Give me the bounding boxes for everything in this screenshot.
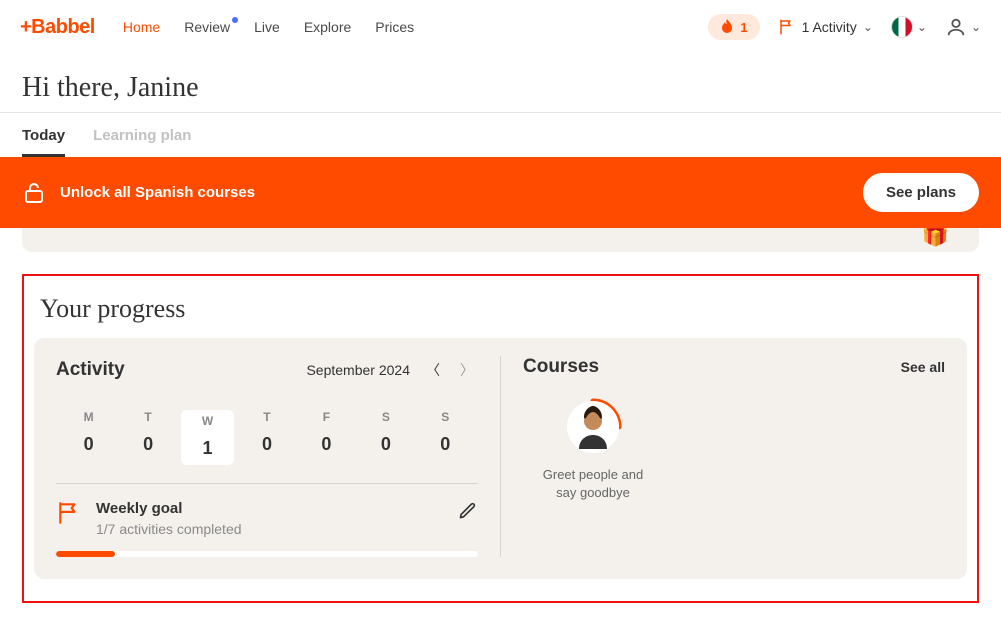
day-cell: T0 <box>121 410 174 465</box>
mexico-flag-icon <box>891 16 913 38</box>
day-cell: S0 <box>419 410 472 465</box>
profile-dropdown[interactable]: ⌄ <box>945 16 981 38</box>
chevron-down-icon: ⌄ <box>917 20 927 34</box>
greeting-heading: Hi there, Janine <box>0 54 1001 112</box>
week-activity-row: M0 T0 W1 T0 F0 S0 S0 <box>56 410 478 465</box>
see-plans-button[interactable]: See plans <box>863 173 979 212</box>
day-count: 0 <box>419 434 472 455</box>
day-cell: T0 <box>240 410 293 465</box>
tab-today[interactable]: Today <box>22 113 65 157</box>
activity-count-label: 1 Activity <box>802 19 857 35</box>
day-label: M <box>62 410 115 424</box>
weekly-goal-progress-bar <box>56 551 478 557</box>
day-cell: F0 <box>300 410 353 465</box>
chevron-down-icon: ⌄ <box>863 20 873 34</box>
divider <box>56 483 478 484</box>
language-dropdown[interactable]: ⌄ <box>891 16 927 38</box>
see-all-courses-link[interactable]: See all <box>901 359 945 375</box>
day-count: 1 <box>181 438 234 459</box>
streak-count: 1 <box>740 20 747 35</box>
day-cell-selected: W1 <box>181 410 234 465</box>
weekly-goal-title: Weekly goal <box>96 500 444 517</box>
unlock-banner-text: Unlock all Spanish courses <box>60 184 863 201</box>
next-month-button[interactable]: 〉 <box>456 356 478 384</box>
babbel-logo[interactable]: +Babbel <box>20 16 95 39</box>
day-cell: M0 <box>62 410 115 465</box>
your-progress-section: Your progress Activity September 2024 〈 … <box>22 274 979 603</box>
tab-learning-plan[interactable]: Learning plan <box>93 113 191 157</box>
nav-explore[interactable]: Explore <box>304 19 351 35</box>
nav-review[interactable]: Review <box>184 19 230 35</box>
day-count: 0 <box>121 434 174 455</box>
lock-icon <box>22 181 46 205</box>
activity-heading: Activity <box>56 359 306 381</box>
chevron-down-icon: ⌄ <box>971 20 981 34</box>
nav-prices[interactable]: Prices <box>375 19 414 35</box>
day-count: 0 <box>359 434 412 455</box>
day-label: F <box>300 410 353 424</box>
course-item-label: Greet people and say goodbye <box>538 466 648 501</box>
weekly-goal-subtitle: 1/7 activities completed <box>96 521 444 537</box>
day-label: S <box>359 410 412 424</box>
activity-dropdown[interactable]: 1 Activity ⌄ <box>778 18 873 36</box>
progress-fill <box>56 551 115 557</box>
your-progress-title: Your progress <box>24 290 977 338</box>
flag-icon <box>56 500 82 526</box>
nav-live[interactable]: Live <box>254 19 280 35</box>
day-count: 0 <box>62 434 115 455</box>
notification-dot-icon <box>232 17 238 23</box>
day-label: W <box>181 414 234 428</box>
day-count: 0 <box>240 434 293 455</box>
prev-month-button[interactable]: 〈 <box>422 356 444 384</box>
unlock-banner: Unlock all Spanish courses See plans <box>0 157 1001 228</box>
flag-outline-icon <box>778 18 796 36</box>
streak-pill[interactable]: 1 <box>708 14 759 40</box>
day-label: T <box>121 410 174 424</box>
gift-icon: 🎁 <box>922 228 949 248</box>
courses-heading: Courses <box>523 356 901 378</box>
day-count: 0 <box>300 434 353 455</box>
day-cell: S0 <box>359 410 412 465</box>
nav-review-label: Review <box>184 19 230 35</box>
course-item[interactable]: Greet people and say goodbye <box>523 398 663 501</box>
activity-month: September 2024 <box>306 362 410 378</box>
nav-home[interactable]: Home <box>123 19 160 35</box>
previous-card-peek: 🎁 <box>22 228 979 252</box>
user-icon <box>945 16 967 38</box>
day-label: S <box>419 410 472 424</box>
course-avatar <box>567 401 619 453</box>
day-label: T <box>240 410 293 424</box>
edit-goal-button[interactable] <box>458 500 478 520</box>
flame-icon <box>720 19 734 35</box>
